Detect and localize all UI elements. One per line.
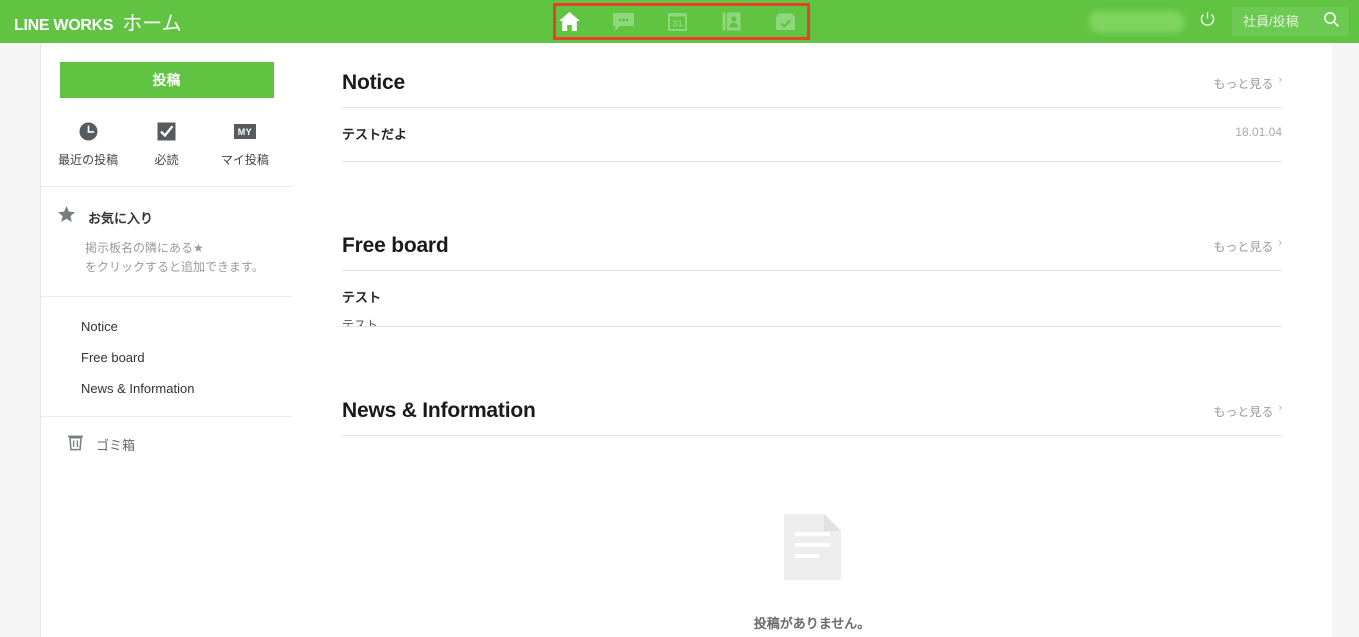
star-icon — [57, 205, 76, 229]
contacts-icon — [719, 10, 744, 33]
sidebar-item-notice[interactable]: Notice — [41, 311, 292, 342]
section-title: News & Information — [342, 399, 536, 423]
power-icon[interactable] — [1199, 11, 1216, 33]
sidebar-item-recent-posts[interactable]: 最近の投稿 — [49, 120, 127, 168]
quick-links: 最近の投稿 必読 MY マイ投稿 — [41, 120, 292, 187]
sidebar-item-label: マイ投稿 — [206, 151, 284, 168]
content-card: Notice もっと見る › テストだよ 18.01.04 Free board — [292, 43, 1332, 637]
home-icon — [557, 10, 582, 33]
favorites-description: 掲示板名の隣にある★ をクリックすると追加できます。 — [85, 239, 292, 276]
calendar-icon: 31 — [665, 10, 690, 33]
section-gap — [342, 327, 1282, 371]
sidebar-item-label: 必読 — [127, 151, 205, 168]
section-header: Notice もっと見る › — [342, 43, 1282, 108]
favorites-title: お気に入り — [88, 208, 153, 227]
more-link-label: もっと見る — [1213, 75, 1273, 92]
post-title: テストだよ — [342, 124, 407, 143]
sidebar: 投稿 最近の投稿 — [0, 43, 292, 637]
trash-label: ゴミ箱 — [96, 435, 135, 454]
sidebar-item-must-read[interactable]: 必読 — [127, 120, 205, 168]
empty-caption: 投稿がありません。 — [342, 613, 1282, 632]
section-gap — [342, 162, 1282, 206]
section-title: Notice — [342, 71, 405, 95]
more-link-news-information[interactable]: もっと見る › — [1213, 402, 1282, 423]
favorites-section: お気に入り 掲示板名の隣にある★ をクリックすると追加できます。 — [41, 187, 292, 297]
sidebar-item-news-information[interactable]: News & Information — [41, 373, 292, 404]
nav-item-contacts[interactable] — [718, 9, 744, 35]
sidebar-card: 投稿 最近の投稿 — [40, 43, 292, 637]
search-input[interactable] — [1243, 14, 1309, 29]
more-link-free-board[interactable]: もっと見る › — [1213, 237, 1282, 258]
section-news-information: News & Information もっと見る › — [342, 371, 1282, 632]
post-body: テスト — [342, 316, 1282, 327]
app-header: LINE WORKS ホーム — [0, 0, 1359, 43]
my-badge-icon: MY — [206, 120, 284, 142]
more-link-label: もっと見る — [1213, 238, 1273, 255]
section-header: News & Information もっと見る › — [342, 371, 1282, 436]
sidebar-item-trash[interactable]: ゴミ箱 — [41, 417, 292, 456]
section-header: Free board もっと見る › — [342, 206, 1282, 271]
global-search[interactable] — [1232, 7, 1349, 36]
chevron-right-icon: › — [1278, 402, 1282, 414]
sidebar-item-my-posts[interactable]: MY マイ投稿 — [206, 120, 284, 168]
header-right — [1089, 0, 1359, 43]
sidebar-item-label: 最近の投稿 — [49, 151, 127, 168]
favorites-header: お気に入り — [41, 205, 292, 229]
chevron-right-icon: › — [1278, 237, 1282, 249]
board-list: Notice Free board News & Information — [41, 297, 292, 417]
service-title: ホーム — [122, 7, 181, 36]
nav-item-chat[interactable] — [610, 9, 636, 35]
global-nav: 31 — [556, 0, 798, 43]
post-date: 18.01.04 — [1235, 124, 1282, 139]
post-block[interactable]: テスト テスト 管理者 18.01.04 — [342, 271, 1282, 327]
sidebar-item-free-board[interactable]: Free board — [41, 342, 292, 373]
page-body: 投稿 最近の投稿 — [0, 43, 1359, 637]
nav-item-tasks[interactable] — [772, 9, 798, 35]
check-icon — [127, 120, 205, 142]
more-link-label: もっと見る — [1213, 403, 1273, 420]
post-row[interactable]: テストだよ 18.01.04 — [342, 108, 1282, 162]
svg-text:31: 31 — [672, 19, 683, 30]
my-badge-text: MY — [234, 124, 256, 139]
main-content: Notice もっと見る › テストだよ 18.01.04 Free board — [292, 43, 1359, 637]
clock-icon — [49, 120, 127, 142]
section-title: Free board — [342, 234, 449, 258]
chat-icon — [611, 10, 636, 33]
tasks-icon — [773, 10, 798, 33]
post-button[interactable]: 投稿 — [60, 62, 274, 98]
favorites-description-line1: 掲示板名の隣にある★ — [85, 239, 292, 258]
brand-logo: LINE WORKS — [14, 17, 113, 35]
empty-state: 投稿がありません。 — [342, 436, 1282, 632]
favorites-description-line2: をクリックすると追加できます。 — [85, 258, 292, 277]
section-free-board: Free board もっと見る › テスト テスト 管理者 18.01.04 — [342, 206, 1282, 327]
trash-icon — [67, 433, 84, 456]
nav-item-calendar[interactable]: 31 — [664, 9, 690, 35]
document-icon — [784, 567, 841, 584]
search-icon[interactable] — [1323, 11, 1340, 33]
chevron-right-icon: › — [1278, 74, 1282, 86]
user-name-redacted — [1089, 11, 1185, 33]
more-link-notice[interactable]: もっと見る › — [1213, 74, 1282, 95]
post-title: テスト — [342, 287, 1282, 306]
section-notice: Notice もっと見る › テストだよ 18.01.04 — [342, 43, 1282, 162]
brand: LINE WORKS ホーム — [14, 7, 182, 36]
nav-item-home[interactable] — [556, 9, 582, 35]
